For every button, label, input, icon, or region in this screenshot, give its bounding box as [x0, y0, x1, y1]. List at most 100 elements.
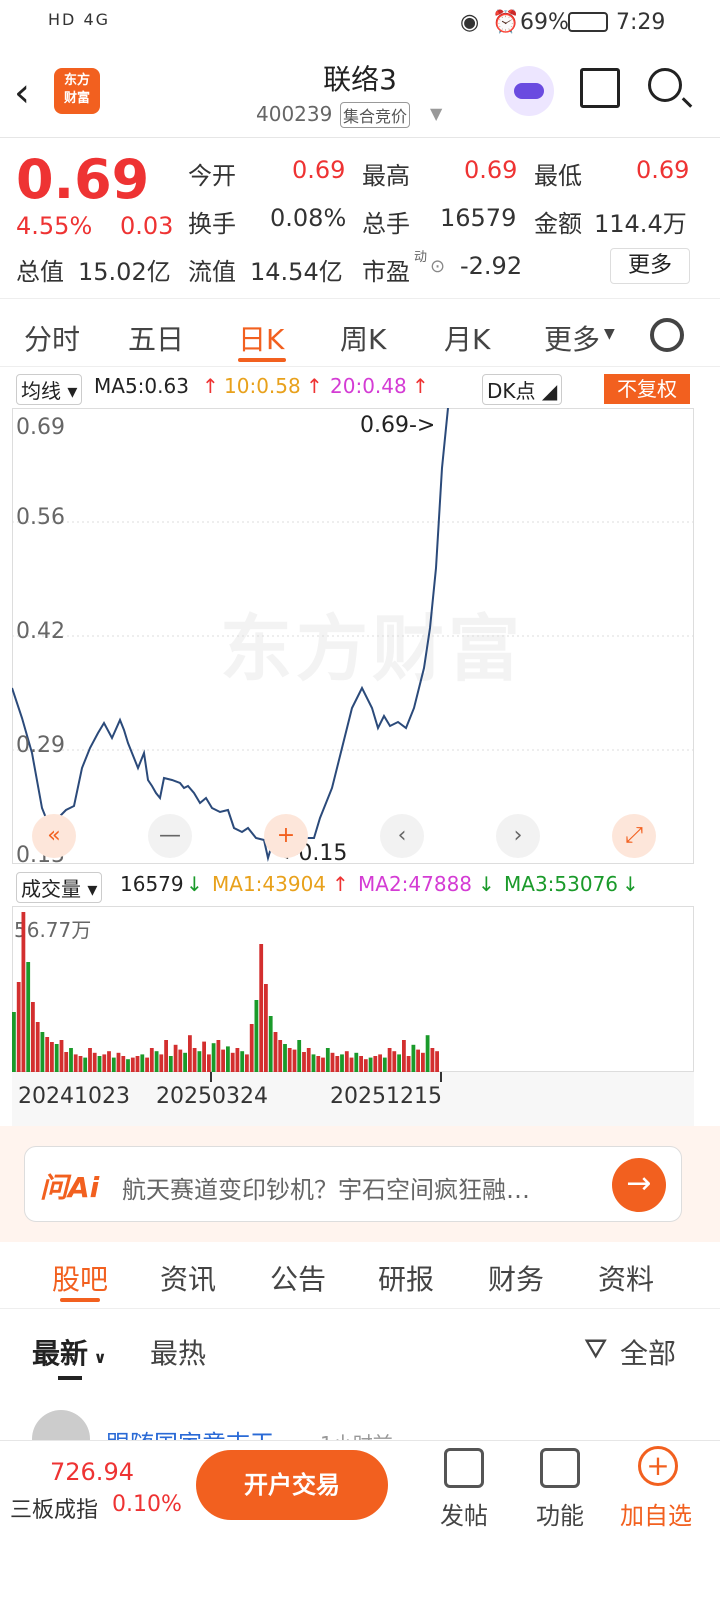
volume-bar [402, 1040, 406, 1072]
ai-prompt-text[interactable]: 航天赛道变印钞机？宇石空间疯狂融… [122, 1170, 602, 1205]
up-arrow-icon: ↑ [332, 872, 349, 896]
volume-bar [116, 1052, 121, 1072]
volume-bar [382, 1057, 387, 1072]
back-icon[interactable]: ‹ [14, 70, 30, 116]
tab-profile[interactable]: 资料 [598, 1258, 654, 1298]
volume-bar [283, 1044, 287, 1072]
trade-button[interactable]: 开户交易 [196, 1450, 388, 1520]
volume-bar [268, 1016, 273, 1072]
volume-bar [249, 1024, 254, 1072]
volume-bar [140, 1054, 145, 1072]
index-name[interactable]: 三板成指 [10, 1492, 98, 1524]
turnover-value: 0.08% [270, 204, 347, 232]
volume-value: 16579 [120, 872, 184, 896]
down-arrow-icon: ↓ [186, 872, 203, 896]
chevron-right-icon[interactable]: › [496, 814, 540, 858]
tab-research[interactable]: 研报 [378, 1258, 434, 1298]
gear-icon[interactable] [650, 318, 684, 352]
filter-icon[interactable]: ⛛ [584, 1332, 608, 1366]
fullscreen-icon[interactable]: ⤢ [612, 814, 656, 858]
tab-announcements[interactable]: 公告 [270, 1258, 326, 1298]
turnover-label: 换手 [188, 210, 236, 238]
volume-bar [216, 1040, 221, 1072]
dk-button[interactable]: DK点 ◢ [482, 374, 563, 405]
volume-bar [164, 1040, 168, 1072]
tab-day-k[interactable]: 日K [238, 318, 284, 358]
info-icon[interactable]: ⊙ [430, 256, 445, 277]
rewind-icon[interactable]: « [32, 814, 76, 858]
high-value: 0.69 [464, 156, 518, 184]
app-logo: 东方 财富 [54, 68, 100, 114]
volume-bar [359, 1056, 363, 1072]
volume-bar [88, 1048, 92, 1072]
tab-forum[interactable]: 股吧 [52, 1258, 108, 1298]
share-icon[interactable] [580, 68, 620, 108]
volume-indicator-label: 成交量 [21, 877, 81, 901]
volume-bar [149, 1048, 154, 1072]
edit-icon[interactable] [444, 1448, 484, 1488]
volume-bar [349, 1057, 354, 1072]
volume-bar [321, 1057, 325, 1072]
volume-bar [325, 1048, 330, 1072]
volume-bar [183, 1052, 187, 1072]
signal-indicator: HD 4G [48, 10, 111, 29]
index-percent[interactable]: 0.10% [112, 1492, 182, 1517]
volume-label: 总手 [362, 210, 410, 238]
ma20-value: 20:0.48 [330, 374, 407, 398]
volume-bar [306, 1048, 311, 1072]
volume-bar [259, 944, 264, 1072]
volume-bar [221, 1049, 225, 1072]
volume-indicator-select[interactable]: 成交量 ▾ [16, 872, 103, 903]
stock-code: 400239 [256, 102, 333, 126]
more-quote-button[interactable]: 更多 [610, 248, 690, 284]
arrow-right-icon[interactable]: → [612, 1158, 666, 1212]
function-button[interactable]: 功能 [536, 1496, 584, 1531]
chevron-down-icon[interactable]: ▼ [604, 326, 615, 342]
battery-percent: 69% [520, 10, 569, 35]
add-watchlist-button[interactable]: 加自选 [620, 1496, 692, 1531]
volume-bar [302, 1052, 306, 1072]
volume-bar [416, 1049, 420, 1072]
volume-chart-svg [12, 912, 439, 1072]
volume-bar [45, 1037, 50, 1072]
volume-bar [188, 1035, 192, 1072]
active-sort-underline [58, 1376, 82, 1380]
tab-news[interactable]: 资讯 [160, 1258, 216, 1298]
ma5-value: MA5:0.63 [94, 374, 189, 398]
y-label: 0.42 [16, 619, 65, 644]
tab-five-day[interactable]: 五日 [128, 318, 184, 358]
chevron-down-icon[interactable]: ▼ [430, 104, 442, 123]
sort-latest[interactable]: 最新 ∨ [32, 1332, 107, 1372]
post-button[interactable]: 发帖 [440, 1496, 488, 1531]
volume-bar [226, 1046, 230, 1072]
add-circle-icon[interactable]: + [638, 1446, 678, 1486]
volume-bar [121, 1056, 126, 1072]
indicator-label: 均线 [21, 379, 61, 403]
up-arrow-icon: ↑ [306, 374, 323, 398]
current-price: 0.69 [16, 148, 150, 211]
grid-icon[interactable] [540, 1448, 580, 1488]
ai-robot-icon[interactable] [504, 66, 554, 116]
index-value[interactable]: 726.94 [50, 1458, 134, 1486]
zoom-out-icon[interactable]: — [148, 814, 192, 858]
volume-bar [330, 1052, 335, 1072]
tab-more[interactable]: 更多 [544, 318, 600, 358]
tab-month-k[interactable]: 月K [444, 318, 490, 358]
volume-bar [278, 1040, 283, 1072]
tab-intraday[interactable]: 分时 [24, 318, 80, 358]
change-value: 0.03 [120, 212, 174, 240]
volume-bar [435, 1051, 439, 1072]
filter-all[interactable]: 全部 [620, 1332, 676, 1372]
open-value: 0.69 [292, 156, 346, 184]
volume-bar [145, 1057, 149, 1072]
chevron-left-icon[interactable]: ‹ [380, 814, 424, 858]
auction-badge[interactable]: 集合竞价 [340, 102, 411, 128]
zoom-in-icon[interactable]: + [264, 814, 308, 858]
indicator-select[interactable]: 均线 ▾ [16, 374, 83, 405]
sort-hot[interactable]: 最热 [150, 1332, 206, 1372]
search-icon[interactable] [648, 68, 682, 102]
adjust-button[interactable]: 不复权 [604, 374, 690, 404]
tab-week-k[interactable]: 周K [340, 318, 386, 358]
change-percent: 4.55% [16, 212, 93, 240]
tab-finance[interactable]: 财务 [488, 1258, 544, 1298]
